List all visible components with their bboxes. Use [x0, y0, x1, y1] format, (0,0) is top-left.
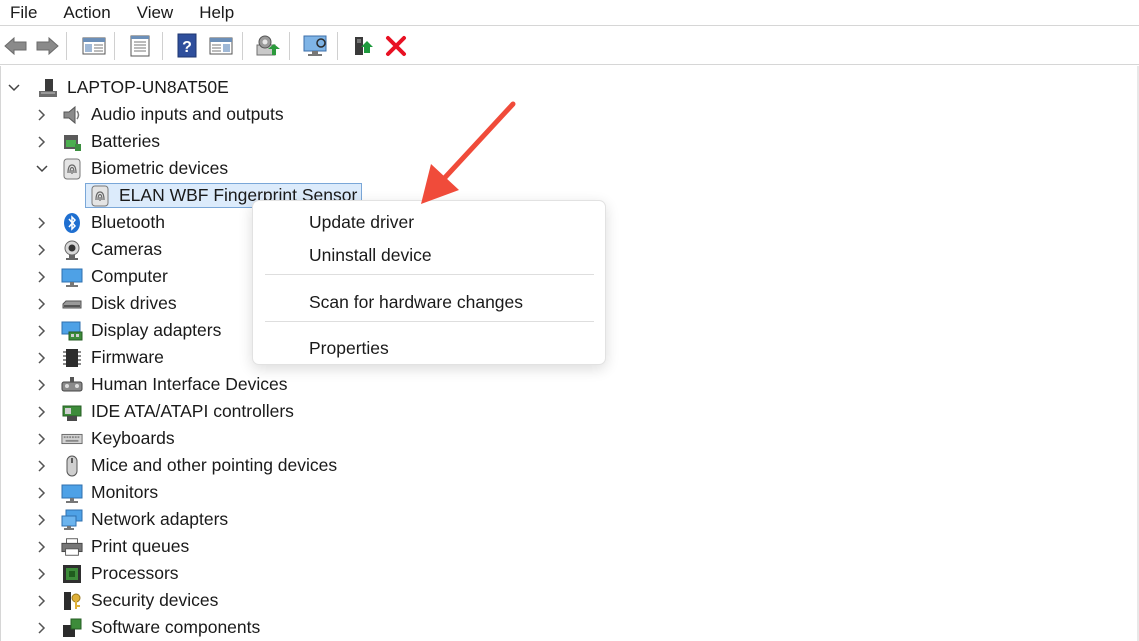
tree-item-bluetooth[interactable]: Bluetooth	[35, 209, 165, 236]
computer-name: LAPTOP-UN8AT50E	[67, 77, 229, 97]
monitor-icon	[61, 266, 83, 288]
tree-item-keyboards[interactable]: Keyboards	[35, 425, 175, 452]
chevron-right-icon[interactable]	[35, 351, 49, 365]
chevron-right-icon[interactable]	[35, 621, 49, 635]
tree-item-batteries[interactable]: Batteries	[35, 128, 160, 155]
chevron-right-icon[interactable]	[35, 378, 49, 392]
properties-icon[interactable]	[126, 32, 154, 60]
menu-bar: File Action View Help	[0, 0, 1139, 25]
menu-item-uninstall-device[interactable]: Uninstall device	[309, 245, 432, 266]
bluetooth-icon	[61, 212, 83, 234]
monitor-icon	[61, 482, 83, 504]
context-menu: Update driver Uninstall device Scan for …	[252, 200, 606, 365]
monitor-icon[interactable]	[301, 32, 329, 60]
speaker-icon	[61, 104, 83, 126]
chevron-right-icon[interactable]	[35, 459, 49, 473]
chevron-right-icon[interactable]	[35, 108, 49, 122]
security-key-icon	[61, 590, 83, 612]
chevron-right-icon[interactable]	[35, 567, 49, 581]
back-icon[interactable]	[2, 32, 30, 60]
tree-item-cameras[interactable]: Cameras	[35, 236, 162, 263]
menu-view[interactable]: View	[137, 2, 174, 24]
chevron-down-icon[interactable]	[7, 81, 21, 95]
keyboard-icon	[61, 428, 83, 450]
tree-item-network-adapters[interactable]: Network adapters	[35, 506, 228, 533]
printer-icon	[61, 536, 83, 558]
menu-action[interactable]: Action	[63, 2, 110, 24]
help-icon[interactable]: ?	[173, 32, 201, 60]
fingerprint-icon	[89, 185, 111, 207]
annotation-arrow-icon	[421, 101, 516, 204]
chevron-right-icon[interactable]	[35, 594, 49, 608]
chevron-right-icon[interactable]	[35, 513, 49, 527]
display-adapter-icon	[61, 320, 83, 342]
tree-item-computer[interactable]: Computer	[35, 263, 168, 290]
mouse-icon	[61, 455, 83, 477]
scan-hardware-icon[interactable]	[254, 32, 282, 60]
fingerprint-icon	[61, 158, 83, 180]
computer-icon	[37, 77, 59, 99]
disk-drive-icon	[61, 293, 83, 315]
tree-item-mice[interactable]: Mice and other pointing devices	[35, 452, 337, 479]
uninstall-device-icon[interactable]	[382, 32, 410, 60]
chevron-right-icon[interactable]	[35, 216, 49, 230]
enable-device-icon[interactable]	[349, 32, 377, 60]
tree-item-monitors[interactable]: Monitors	[35, 479, 158, 506]
menu-file[interactable]: File	[10, 2, 37, 24]
chevron-right-icon[interactable]	[35, 432, 49, 446]
tree-item-hid[interactable]: Human Interface Devices	[35, 371, 287, 398]
tree-item-firmware[interactable]: Firmware	[35, 344, 164, 371]
tree-item-security-devices[interactable]: Security devices	[35, 587, 218, 614]
tree-item-ide-controllers[interactable]: IDE ATA/ATAPI controllers	[35, 398, 294, 425]
forward-icon[interactable]	[33, 32, 61, 60]
chevron-right-icon[interactable]	[35, 135, 49, 149]
menu-separator	[265, 321, 594, 322]
menu-item-properties[interactable]: Properties	[309, 338, 389, 359]
chevron-right-icon[interactable]	[35, 270, 49, 284]
network-icon	[61, 509, 83, 531]
tree-item-software-components[interactable]: Software components	[35, 614, 260, 641]
tree-item-print-queues[interactable]: Print queues	[35, 533, 189, 560]
chevron-right-icon[interactable]	[35, 486, 49, 500]
menu-item-update-driver[interactable]: Update driver	[309, 212, 414, 233]
chevron-right-icon[interactable]	[35, 243, 49, 257]
toolbar: ?	[0, 25, 1139, 65]
tree-item-disk-drives[interactable]: Disk drives	[35, 290, 177, 317]
tree-item-processors[interactable]: Processors	[35, 560, 179, 587]
tree-item-audio[interactable]: Audio inputs and outputs	[35, 101, 284, 128]
show-hide-console-tree-icon[interactable]	[80, 32, 108, 60]
processor-icon	[61, 563, 83, 585]
firmware-chip-icon	[61, 347, 83, 369]
chevron-right-icon[interactable]	[35, 297, 49, 311]
menu-item-scan-hardware[interactable]: Scan for hardware changes	[309, 292, 523, 313]
chevron-right-icon[interactable]	[35, 405, 49, 419]
chevron-down-icon[interactable]	[35, 162, 49, 176]
tree-item-biometric[interactable]: Biometric devices	[35, 155, 228, 182]
svg-text:?: ?	[182, 39, 192, 56]
hid-icon	[61, 374, 83, 396]
battery-icon	[61, 131, 83, 153]
ide-controller-icon	[61, 401, 83, 423]
show-action-pane-icon[interactable]	[207, 32, 235, 60]
webcam-icon	[61, 239, 83, 261]
chevron-right-icon[interactable]	[35, 324, 49, 338]
software-component-icon	[61, 617, 83, 639]
menu-separator	[265, 274, 594, 275]
tree-root[interactable]: LAPTOP-UN8AT50E	[7, 74, 229, 101]
chevron-right-icon[interactable]	[35, 540, 49, 554]
menu-help[interactable]: Help	[199, 2, 234, 24]
tree-item-display-adapters[interactable]: Display adapters	[35, 317, 221, 344]
